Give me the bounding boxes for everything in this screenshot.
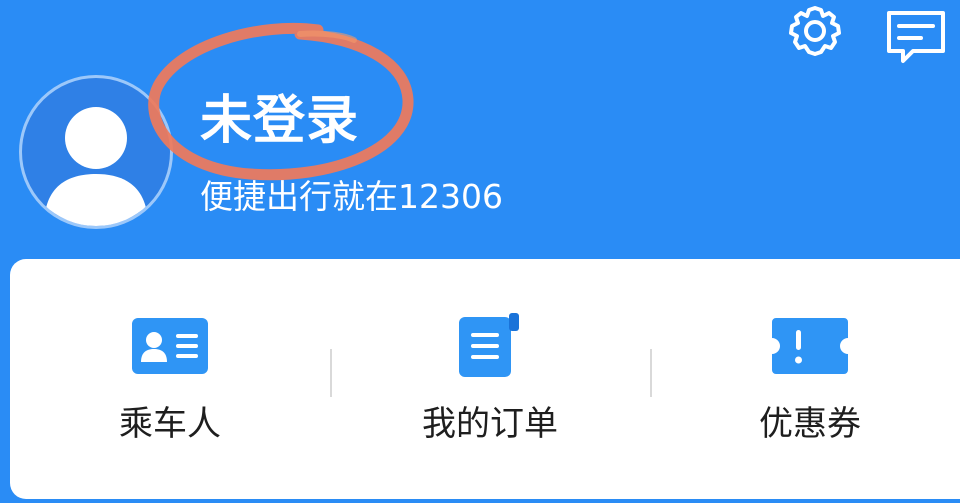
menu-item-label: 优惠券	[759, 404, 861, 444]
passenger-card-icon	[128, 311, 212, 381]
quick-menu-card: 乘车人 我的订单 优惠券	[10, 259, 960, 499]
user-avatar[interactable]	[19, 75, 173, 229]
menu-item-label: 我的订单	[422, 404, 558, 444]
user-subtitle: 便捷出行就在12306	[200, 177, 503, 216]
menu-item-passenger[interactable]: 乘车人	[10, 259, 330, 499]
profile-screen: 未登录 便捷出行就在12306 乘车人 我的订单 优惠券	[0, 0, 960, 503]
settings-button[interactable]	[780, 2, 850, 66]
menu-item-coupons[interactable]: 优惠券	[650, 259, 960, 499]
menu-item-label: 乘车人	[119, 404, 221, 444]
order-document-icon	[448, 311, 532, 381]
user-avatar-icon	[44, 107, 148, 226]
menu-item-orders[interactable]: 我的订单	[330, 259, 650, 499]
message-button[interactable]	[878, 4, 954, 70]
coupon-ticket-icon	[768, 311, 852, 381]
login-status[interactable]: 未登录	[200, 95, 359, 147]
message-icon	[887, 11, 945, 63]
gear-icon	[789, 6, 841, 56]
